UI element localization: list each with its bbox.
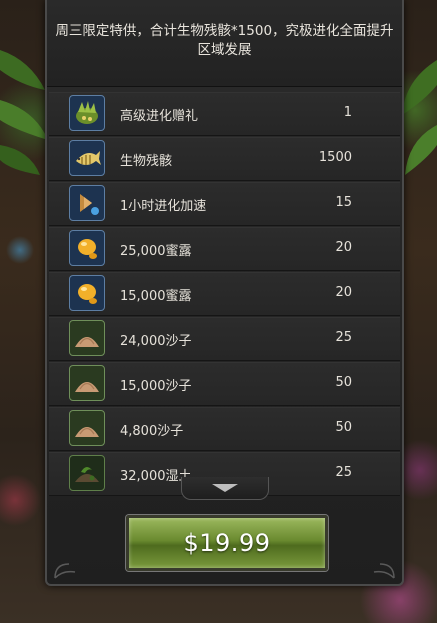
reward-row-bio-remains: 生物残骸 1500 [49, 137, 400, 181]
reward-quantity: 25 [335, 465, 352, 480]
fish-skeleton-icon [69, 140, 105, 176]
wet-soil-icon [69, 455, 105, 491]
reward-name: 4,800沙子 [120, 424, 184, 439]
right-leaves-decoration [402, 60, 437, 175]
reward-name: 15,000蜜露 [120, 289, 192, 304]
reward-name: 24,000沙子 [120, 334, 192, 349]
corner-ornament-left [54, 563, 76, 579]
reward-name: 生物残骸 [120, 154, 173, 169]
reward-quantity: 50 [335, 420, 352, 435]
speedup-arrow-icon [69, 185, 105, 221]
scroll-down-button[interactable] [181, 477, 269, 500]
reward-quantity: 15 [335, 195, 352, 210]
offer-panel: 周三限定特供，合计生物残骸*1500，究极进化全面提升区域发展 高级进化赠礼 1 [45, 0, 404, 586]
reward-row-honeydew-25000: 25,000蜜露 20 [49, 227, 400, 271]
sand-pile-icon [69, 320, 105, 356]
reward-name: 1小时进化加速 [120, 199, 207, 214]
reward-row-sand-4800: 4,800沙子 50 [49, 407, 400, 451]
offer-description: 周三限定特供，合计生物残骸*1500，究极进化全面提升区域发展 [55, 23, 394, 58]
offer-header: 周三限定特供，合计生物残骸*1500，究极进化全面提升区域发展 [47, 0, 402, 87]
reward-quantity: 1 [343, 105, 352, 120]
reward-quantity: 20 [335, 240, 352, 255]
reward-row-speedup: 1小时进化加速 15 [49, 182, 400, 226]
reward-quantity: 1500 [318, 150, 352, 165]
reward-quantity: 20 [335, 285, 352, 300]
chevron-down-icon [212, 484, 238, 492]
reward-list[interactable]: 高级进化赠礼 1 生物残骸 1500 1小时进化加速 15 25,000蜜露 2… [49, 92, 400, 497]
reward-row-evolution-gift: 高级进化赠礼 1 [49, 92, 400, 136]
honeydew-icon [69, 275, 105, 311]
corner-ornament-right [373, 563, 395, 579]
reward-row-honeydew-15000: 15,000蜜露 20 [49, 272, 400, 316]
left-leaves-decoration [0, 50, 48, 175]
sand-pile-icon [69, 365, 105, 401]
sand-pile-icon [69, 410, 105, 446]
reward-name: 15,000沙子 [120, 379, 192, 394]
reward-row-sand-15000: 15,000沙子 50 [49, 362, 400, 406]
reward-quantity: 50 [335, 375, 352, 390]
reward-row-sand-24000: 24,000沙子 25 [49, 317, 400, 361]
price-label: $19.99 [183, 529, 271, 557]
honeydew-icon [69, 230, 105, 266]
reward-quantity: 25 [335, 330, 352, 345]
evolution-gift-icon [69, 95, 105, 131]
reward-name: 25,000蜜露 [120, 244, 192, 259]
reward-name: 高级进化赠礼 [120, 109, 199, 124]
purchase-button[interactable]: $19.99 [126, 515, 328, 571]
